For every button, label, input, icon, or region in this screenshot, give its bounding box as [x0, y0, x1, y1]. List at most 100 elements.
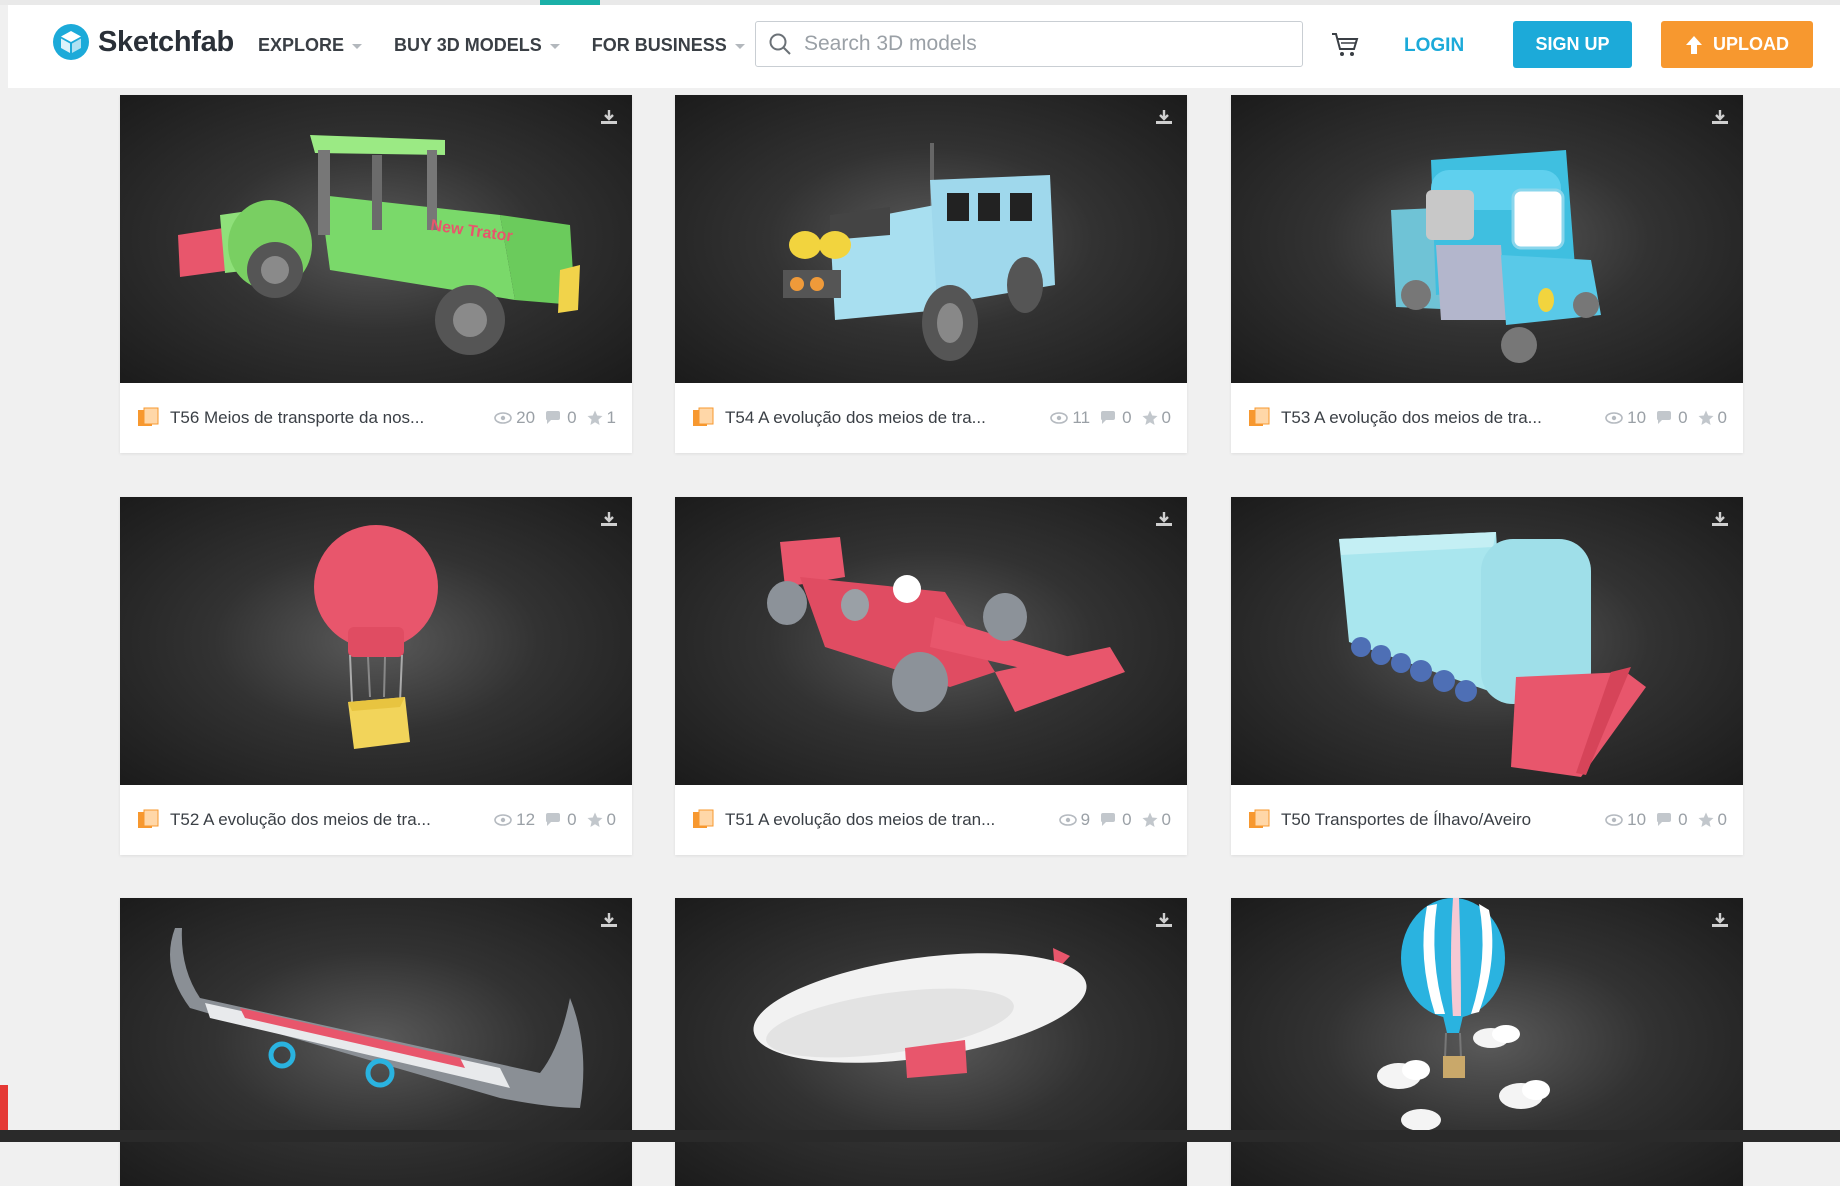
model-thumbnail[interactable] — [120, 898, 632, 1186]
model-thumbnail[interactable] — [1231, 95, 1743, 383]
comments-count: 0 — [1678, 810, 1688, 829]
download-icon[interactable] — [1711, 109, 1729, 125]
jeep-model-image — [783, 143, 1055, 361]
model-card[interactable]: T50 Transportes de Ílhavo/Aveiro 10 0 0 — [1231, 497, 1743, 855]
upload-arrow-icon — [1686, 35, 1702, 54]
model-thumbnail[interactable] — [675, 95, 1187, 383]
card-title[interactable]: T52 A evolução dos meios de tra... — [170, 810, 452, 830]
logo[interactable]: Sketchfab — [52, 23, 234, 61]
comments-stat: 0 — [1100, 810, 1132, 830]
card-stats: 9 0 0 — [1058, 810, 1171, 830]
model-thumbnail[interactable]: New Trator — [120, 95, 632, 383]
model-card[interactable] — [675, 898, 1187, 1186]
views-count: 10 — [1627, 408, 1647, 427]
views-stat: 12 — [494, 810, 535, 830]
views-stat: 10 — [1605, 810, 1646, 830]
nav-buy-3d-models[interactable]: BUY 3D MODELS — [394, 35, 560, 56]
views-stat: 11 — [1050, 408, 1090, 428]
eye-icon — [1050, 412, 1069, 424]
nav-for-business[interactable]: FOR BUSINESS — [592, 35, 745, 56]
comment-icon — [1657, 813, 1672, 826]
card-stats: 20 0 1 — [494, 408, 616, 428]
comments-count: 0 — [567, 408, 577, 427]
model-thumbnail[interactable] — [120, 497, 632, 785]
likes-stat: 1 — [587, 408, 616, 428]
model-icon — [138, 809, 159, 828]
model-card[interactable] — [1231, 898, 1743, 1186]
login-link[interactable]: LOGIN — [1404, 35, 1464, 57]
download-icon[interactable] — [600, 109, 618, 125]
upload-button[interactable]: UPLOAD — [1661, 21, 1813, 68]
card-stats: 10 0 0 — [1605, 408, 1727, 428]
nav-explore[interactable]: EXPLORE — [258, 35, 363, 56]
model-card[interactable]: T52 A evolução dos meios de tra... 12 0 … — [120, 497, 632, 855]
views-count: 20 — [516, 408, 536, 427]
model-card[interactable]: T51 A evolução dos meios de tran... 9 0 … — [675, 497, 1187, 855]
race-car-model-image — [767, 537, 1125, 712]
search-input[interactable] — [802, 31, 1286, 57]
nav-explore-label: EXPLORE — [258, 35, 345, 55]
model-card[interactable]: T54 A evolução dos meios de tra... 11 0 … — [675, 95, 1187, 453]
model-thumbnail[interactable] — [675, 497, 1187, 785]
model-card[interactable]: New Trator T56 Meios de transporte da no… — [120, 95, 632, 453]
card-title[interactable]: T51 A evolução dos meios de tran... — [725, 810, 1007, 830]
model-card[interactable] — [120, 898, 632, 1186]
card-title[interactable]: T54 A evolução dos meios de tra... — [725, 408, 1007, 428]
likes-count: 0 — [1161, 408, 1171, 427]
views-stat: 9 — [1058, 810, 1090, 830]
comments-count: 0 — [1122, 810, 1132, 829]
card-stats: 11 0 0 — [1050, 408, 1171, 428]
model-icon — [1249, 407, 1270, 426]
star-icon — [1698, 812, 1714, 827]
download-icon[interactable] — [1155, 109, 1173, 125]
card-title[interactable]: T50 Transportes de Ílhavo/Aveiro — [1281, 810, 1563, 830]
download-icon[interactable] — [600, 511, 618, 527]
card-title[interactable]: T56 Meios de transporte da nos... — [170, 408, 452, 428]
card-meta: T52 A evolução dos meios de tra... 12 0 … — [120, 785, 632, 855]
views-count: 11 — [1072, 408, 1091, 427]
nav-buy-label: BUY 3D MODELS — [394, 35, 542, 55]
comments-stat: 0 — [1656, 810, 1688, 830]
model-icon — [693, 407, 714, 426]
star-icon — [1142, 410, 1158, 425]
download-icon[interactable] — [1711, 912, 1729, 928]
left-edge-marker — [0, 1085, 8, 1130]
bottom-bar — [0, 1130, 1840, 1142]
download-icon[interactable] — [600, 912, 618, 928]
views-count: 10 — [1627, 810, 1647, 829]
download-icon[interactable] — [1155, 511, 1173, 527]
comments-stat: 0 — [1656, 408, 1688, 428]
comment-icon — [1657, 411, 1672, 424]
chevron-down-icon — [734, 44, 745, 49]
train-model-image — [1339, 532, 1646, 777]
chevron-down-icon — [549, 44, 560, 49]
card-stats: 10 0 0 — [1605, 810, 1727, 830]
card-meta: T53 A evolução dos meios de tra... 10 0 … — [1231, 383, 1743, 453]
search-box[interactable] — [755, 21, 1303, 67]
star-icon — [587, 410, 603, 425]
signup-button[interactable]: SIGN UP — [1513, 21, 1632, 68]
model-card[interactable]: T53 A evolução dos meios de tra... 10 0 … — [1231, 95, 1743, 453]
nav-business-label: FOR BUSINESS — [591, 35, 727, 55]
likes-stat: 0 — [1142, 810, 1171, 830]
star-icon — [1698, 410, 1714, 425]
likes-stat: 0 — [587, 810, 616, 830]
download-icon[interactable] — [1155, 912, 1173, 928]
likes-count: 0 — [1161, 810, 1171, 829]
model-icon — [693, 809, 714, 828]
likes-count: 1 — [606, 408, 616, 427]
model-thumbnail[interactable] — [675, 898, 1187, 1186]
comment-icon — [546, 411, 561, 424]
comments-count: 0 — [1122, 408, 1132, 427]
cart-icon[interactable] — [1330, 31, 1360, 59]
download-icon[interactable] — [1711, 511, 1729, 527]
eye-icon — [1605, 814, 1623, 826]
likes-count: 0 — [1717, 810, 1727, 829]
model-thumbnail[interactable] — [1231, 497, 1743, 785]
model-thumbnail[interactable] — [1231, 898, 1743, 1186]
chevron-down-icon — [352, 44, 363, 49]
likes-count: 0 — [1717, 408, 1727, 427]
views-stat: 20 — [494, 408, 535, 428]
card-title[interactable]: T53 A evolução dos meios de tra... — [1281, 408, 1563, 428]
likes-count: 0 — [606, 810, 616, 829]
